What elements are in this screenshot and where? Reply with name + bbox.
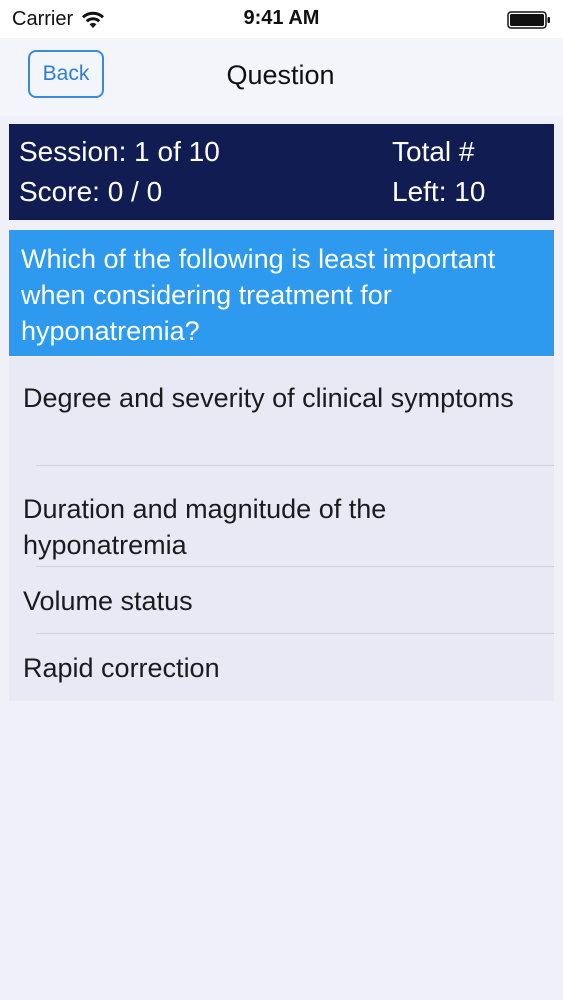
page-title-text: Question <box>226 60 335 90</box>
answer-label: Duration and magnitude of the hyponatrem… <box>23 494 387 560</box>
left-count: Left: 10 <box>392 176 486 207</box>
answer-option-3[interactable]: Volume status <box>9 567 554 634</box>
session-progress: Session: 1 of 10 <box>19 136 220 167</box>
answer-option-2[interactable]: Duration and magnitude of the hyponatrem… <box>9 466 554 567</box>
page-title: Question <box>0 60 563 91</box>
battery-icon <box>507 11 550 29</box>
answer-label: Degree and severity of clinical symptoms <box>23 383 514 413</box>
answer-label: Volume status <box>23 586 193 616</box>
score-label: Score: 0 / 0 <box>19 176 163 207</box>
nav-bar: Back Question <box>0 38 563 116</box>
answer-label: Rapid correction <box>23 653 220 683</box>
status-bar: Carrier 9:41 AM <box>0 0 563 38</box>
question-text: Which of the following is least importan… <box>9 230 554 356</box>
answers-list: Degree and severity of clinical symptoms… <box>9 357 554 701</box>
total-label: Total # <box>392 136 475 167</box>
session-header: Session: 1 of 10 Score: 0 / 0 Total # Le… <box>9 124 554 220</box>
answer-option-4[interactable]: Rapid correction <box>9 634 554 701</box>
status-time: 9:41 AM <box>243 7 320 29</box>
answer-option-1[interactable]: Degree and severity of clinical symptoms <box>9 357 554 466</box>
